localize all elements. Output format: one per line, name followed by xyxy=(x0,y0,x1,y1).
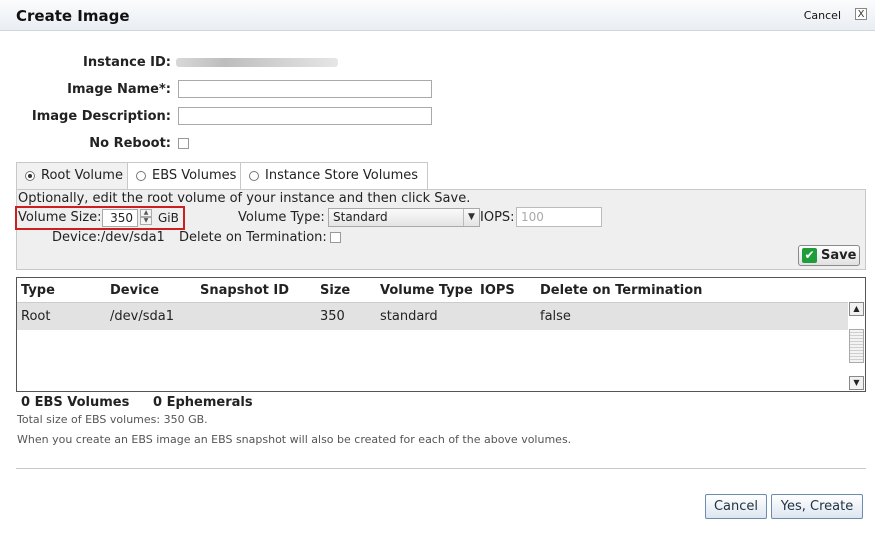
save-button[interactable]: ✔ Save xyxy=(798,245,860,266)
volume-size-input[interactable]: 350 xyxy=(102,209,138,227)
cell-volume-type: standard xyxy=(380,309,438,324)
radio-root-volume[interactable] xyxy=(25,171,35,181)
no-reboot-checkbox[interactable] xyxy=(178,138,189,149)
instance-id-value-redacted xyxy=(176,58,338,67)
root-volume-panel: Optionally, edit the root volume of your… xyxy=(15,189,866,270)
cell-type: Root xyxy=(21,309,51,324)
table-scrollbar[interactable]: ▲ ▼ xyxy=(849,302,864,390)
no-reboot-label: No Reboot: xyxy=(89,136,171,151)
iops-input[interactable]: 100 xyxy=(516,207,602,227)
cell-device: /dev/sda1 xyxy=(110,309,174,324)
device-label: Device:/dev/sda1 xyxy=(52,230,165,245)
delete-on-termination-label: Delete on Termination: xyxy=(179,230,327,245)
total-size-text: Total size of EBS volumes: 350 GB. xyxy=(17,413,208,426)
cancel-link[interactable]: Cancel xyxy=(804,9,841,22)
yes-create-button[interactable]: Yes, Create xyxy=(771,494,863,519)
volume-type-label: Volume Type: xyxy=(238,210,325,225)
column-header-delete-on-termination: Delete on Termination xyxy=(540,283,703,298)
iops-label: IOPS: xyxy=(480,210,515,225)
tab-label: Root Volume xyxy=(41,168,123,183)
close-icon[interactable]: X xyxy=(855,8,867,20)
tab-root-volume[interactable]: Root Volume xyxy=(16,162,130,189)
ebs-volumes-count: 0 EBS Volumes xyxy=(21,395,130,410)
tab-label: Instance Store Volumes xyxy=(265,168,419,183)
volumes-table: Type Device Snapshot ID Size Volume Type… xyxy=(16,277,866,392)
cell-size: 350 xyxy=(320,309,345,324)
footer-divider xyxy=(16,468,866,469)
column-header-type: Type xyxy=(21,283,55,298)
column-header-snapshot-id: Snapshot ID xyxy=(200,283,289,298)
column-header-volume-type: Volume Type xyxy=(380,283,473,298)
tab-label: EBS Volumes xyxy=(152,168,237,183)
delete-on-termination-checkbox[interactable] xyxy=(330,232,341,243)
checkmark-icon: ✔ xyxy=(802,248,817,263)
snapshot-note: When you create an EBS image an EBS snap… xyxy=(17,433,572,446)
cell-delete-on-termination: false xyxy=(540,309,571,324)
instance-id-label: Instance ID: xyxy=(83,55,171,70)
stepper-down-icon[interactable]: ▼ xyxy=(140,217,152,225)
volume-type-select[interactable]: Standard ▼ xyxy=(328,208,480,227)
chevron-down-icon[interactable]: ▼ xyxy=(463,209,479,226)
ephemerals-count: 0 Ephemerals xyxy=(153,395,253,410)
scroll-down-icon[interactable]: ▼ xyxy=(849,376,864,390)
volume-size-label: Volume Size: xyxy=(18,210,102,225)
scroll-up-icon[interactable]: ▲ xyxy=(849,302,864,316)
save-button-label: Save xyxy=(821,248,857,263)
table-row[interactable]: Root /dev/sda1 350 standard false xyxy=(17,302,848,330)
stepper-up-icon[interactable]: ▲ xyxy=(140,209,152,217)
tab-instance-store-volumes[interactable]: Instance Store Volumes xyxy=(240,162,428,189)
volume-size-stepper[interactable]: ▲ ▼ xyxy=(140,209,152,227)
column-header-device: Device xyxy=(110,283,160,298)
image-description-input[interactable] xyxy=(178,107,432,125)
cancel-button[interactable]: Cancel xyxy=(705,494,767,519)
image-name-input[interactable] xyxy=(178,80,432,98)
volume-type-value: Standard xyxy=(333,210,388,224)
volume-size-unit: GiB xyxy=(158,211,179,225)
column-header-size: Size xyxy=(320,283,351,298)
radio-instance-store-volumes[interactable] xyxy=(249,171,259,181)
dialog-titlebar: Create Image Cancel X xyxy=(0,0,875,31)
tab-ebs-volumes[interactable]: EBS Volumes xyxy=(127,162,242,189)
image-name-label: Image Name*: xyxy=(67,82,171,97)
dialog-title: Create Image xyxy=(16,7,130,25)
root-volume-hint: Optionally, edit the root volume of your… xyxy=(18,191,471,206)
scroll-thumb[interactable] xyxy=(849,329,864,363)
radio-ebs-volumes[interactable] xyxy=(136,171,146,181)
column-header-iops: IOPS xyxy=(480,283,515,298)
image-description-label: Image Description: xyxy=(31,109,171,124)
